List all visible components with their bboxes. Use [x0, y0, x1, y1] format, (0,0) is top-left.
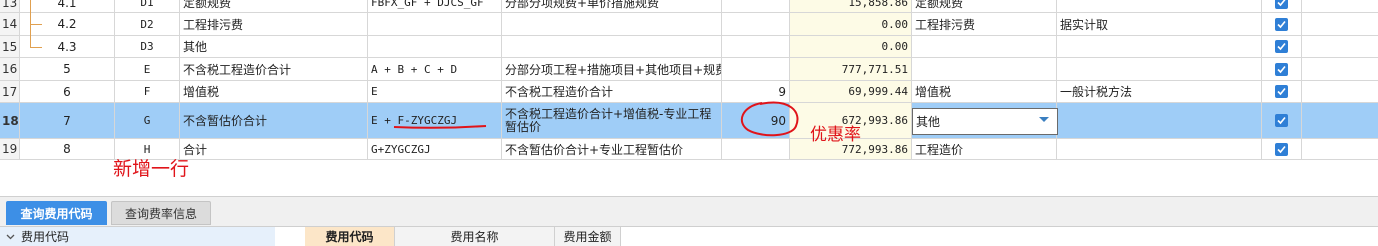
- column-header-fee-code[interactable]: 费用代码: [305, 227, 395, 246]
- new-row-annotation: 新增一行: [113, 158, 190, 180]
- fee-code-tree-header[interactable]: 费用代码: [0, 227, 275, 246]
- column-header-fee-name[interactable]: 费用名称: [395, 227, 555, 246]
- annotation-marks: [393, 101, 799, 137]
- underline-mark: [393, 125, 487, 129]
- circle-mark: [740, 101, 799, 137]
- discount-rate-annotation: 优惠率: [810, 125, 861, 145]
- column-header-fee-amount[interactable]: 费用金额: [555, 227, 621, 246]
- fee-code-tree-label: 费用代码: [21, 230, 70, 244]
- fee-code-panel: 费用代码 费用代码 费用名称 费用金额: [0, 226, 1378, 246]
- chevron-down-icon[interactable]: [6, 232, 15, 241]
- tab-query-rate-info[interactable]: 查询费率信息: [111, 201, 211, 225]
- tab-query-fee-code[interactable]: 查询费用代码: [6, 201, 107, 225]
- query-tab-bar: 查询费用代码 查询费率信息: [0, 196, 1378, 227]
